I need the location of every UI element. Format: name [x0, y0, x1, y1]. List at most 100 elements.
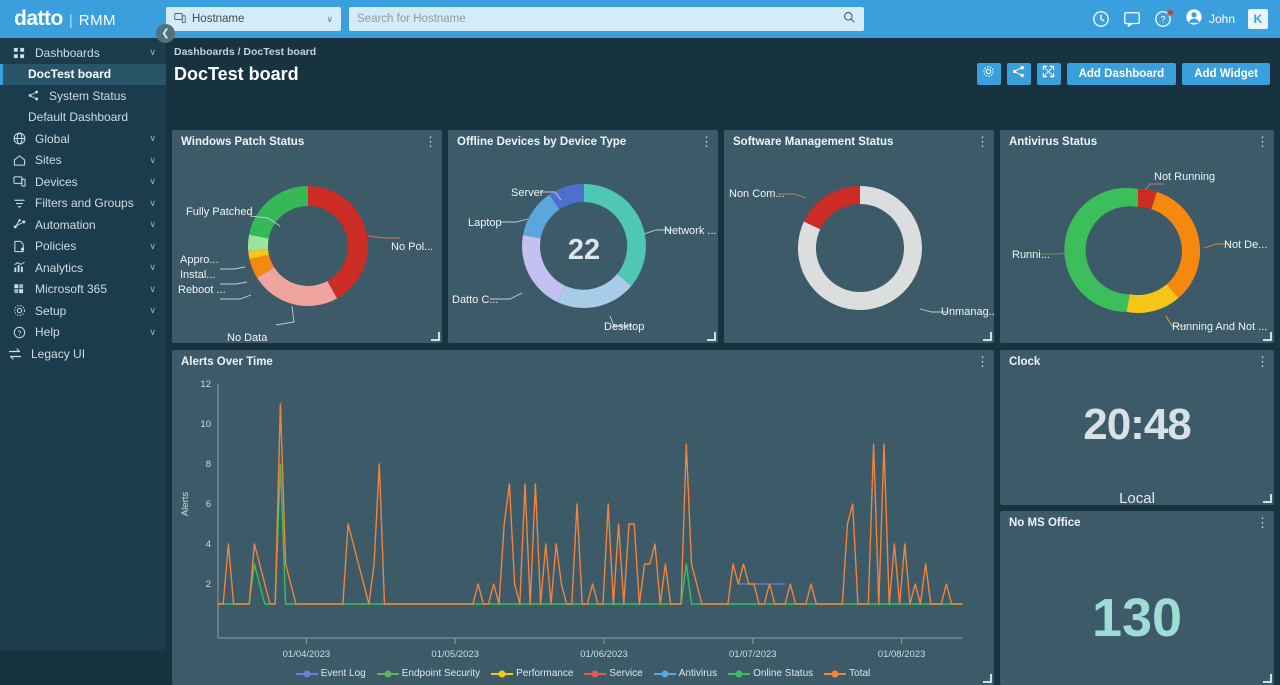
widget-resize-handle[interactable] [1264, 675, 1272, 683]
monitor-icon [174, 12, 186, 27]
sidebar-item-filters-and-groups[interactable]: Filters and Groups ∨ [0, 193, 166, 215]
chat-icon[interactable] [1123, 10, 1141, 28]
clock-icon[interactable] [1092, 10, 1110, 28]
dashboards-icon [12, 47, 26, 59]
share-icon [28, 90, 41, 101]
microsoft-icon [12, 283, 26, 295]
brand-logo[interactable]: datto | RMM [0, 7, 166, 31]
legend-item[interactable]: Endpoint Security [377, 668, 480, 679]
help-icon[interactable]: ? [1154, 10, 1172, 28]
donut-label-reboot-required: Reboot ... [178, 284, 226, 296]
widget-title: No MS Office [1009, 517, 1081, 529]
chevron-down-icon: ∨ [149, 284, 156, 295]
widget-title: Software Management Status [733, 136, 893, 148]
sidebar-item-doctest-board[interactable]: DocTest board [0, 64, 166, 86]
widget-grid: Windows Patch Status ⋮ [172, 130, 1274, 685]
widget-header: Windows Patch Status ⋮ [172, 130, 442, 154]
donut-label-installing: Instal... [180, 269, 215, 281]
widget-resize-handle[interactable] [984, 333, 992, 341]
globe-icon [12, 132, 26, 145]
legend-label: Endpoint Security [402, 668, 480, 679]
clock-display: 20:48 Local [1000, 400, 1274, 505]
policies-icon [12, 240, 26, 253]
sidebar-sub-label: Default Dashboard [28, 110, 128, 124]
home-icon [12, 154, 26, 167]
widget-header: Software Management Status ⋮ [724, 130, 994, 154]
widget-clock: Clock ⋮ 20:48 Local [1000, 350, 1274, 505]
sidebar-item-sites[interactable]: Sites ∨ [0, 150, 166, 172]
dashboard-fullscreen-button[interactable] [1037, 63, 1061, 85]
user-avatar-icon [1185, 8, 1203, 31]
legend-swatch [654, 673, 676, 675]
sidebar-sub-label: DocTest board [28, 67, 111, 81]
widget-menu-button[interactable]: ⋮ [424, 137, 434, 147]
donut-label-not-running: Not Running [1154, 171, 1215, 183]
legend-item[interactable]: Online Status [728, 668, 813, 679]
sidebar-item-label: Setup [35, 304, 140, 318]
sidebar-item-legacy-ui[interactable]: Legacy UI [0, 343, 166, 365]
legend-item[interactable]: Event Log [296, 668, 366, 679]
app-switcher-button[interactable]: K [1248, 9, 1268, 29]
widget-resize-handle[interactable] [708, 333, 716, 341]
sidebar-collapse-button[interactable]: ❮ [156, 24, 175, 43]
donut-chart-windows-patch-status: Fully Patched Appro... Instal... Reboot … [172, 154, 442, 343]
donut-label-server: Server [511, 187, 543, 199]
add-widget-button[interactable]: Add Widget [1182, 63, 1270, 85]
sidebar-item-system-status[interactable]: System Status [0, 85, 166, 107]
add-dashboard-button[interactable]: Add Dashboard [1067, 63, 1177, 85]
chevron-down-icon: ∨ [149, 241, 156, 252]
swap-icon [8, 347, 22, 361]
dashboard-settings-button[interactable] [977, 63, 1001, 85]
widget-menu-button[interactable]: ⋮ [976, 137, 986, 147]
hostname-select[interactable]: Hostname ∨ [166, 7, 341, 31]
sidebar-item-help[interactable]: ? Help ∨ [0, 322, 166, 344]
sidebar-item-dashboards[interactable]: Dashboards ∨ [0, 42, 166, 64]
widget-title: Antivirus Status [1009, 136, 1097, 148]
donut-chart-antivirus-status: Not Running Not De... Running And Not ..… [1000, 154, 1274, 343]
question-icon: ? [12, 326, 26, 339]
widget-header: Clock ⋮ [1000, 350, 1274, 374]
widget-header: Offline Devices by Device Type ⋮ [448, 130, 718, 154]
hostname-select-label: Hostname [192, 13, 244, 25]
sidebar-item-policies[interactable]: Policies ∨ [0, 236, 166, 258]
gear-icon [12, 304, 26, 317]
widget-menu-button[interactable]: ⋮ [976, 357, 986, 367]
sidebar-item-setup[interactable]: Setup ∨ [0, 300, 166, 322]
legend-swatch [491, 673, 513, 675]
svg-text:8: 8 [206, 459, 211, 470]
widget-resize-handle[interactable] [432, 333, 440, 341]
widget-title: Alerts Over Time [181, 356, 273, 368]
legend-item[interactable]: Service [584, 668, 642, 679]
brand-separator: | [69, 12, 73, 29]
legend-label: Online Status [753, 668, 813, 679]
widget-menu-button[interactable]: ⋮ [1256, 137, 1266, 147]
page-title: DocTest board [174, 64, 299, 85]
legend-item[interactable]: Antivirus [654, 668, 717, 679]
legend-item[interactable]: Total [824, 668, 870, 679]
no-ms-office-count: 130 [1000, 587, 1274, 649]
svg-text:?: ? [17, 330, 21, 337]
sidebar-item-label: Automation [35, 218, 140, 232]
sidebar-item-microsoft-365[interactable]: Microsoft 365 ∨ [0, 279, 166, 301]
user-menu[interactable]: John [1185, 8, 1235, 31]
widget-resize-handle[interactable] [1264, 495, 1272, 503]
widget-resize-handle[interactable] [1264, 333, 1272, 341]
search-icon[interactable] [843, 11, 856, 27]
breadcrumb: Dashboards / DocTest board [166, 38, 1280, 58]
chevron-down-icon: ∨ [149, 262, 156, 273]
legend-item[interactable]: Performance [491, 668, 573, 679]
widget-title: Clock [1009, 356, 1040, 368]
search-input[interactable] [357, 13, 843, 25]
dashboard-share-button[interactable] [1007, 63, 1031, 85]
search-bar[interactable] [349, 7, 864, 31]
widget-menu-button[interactable]: ⋮ [1256, 357, 1266, 367]
sidebar-item-global[interactable]: Global ∨ [0, 128, 166, 150]
sidebar-item-devices[interactable]: Devices ∨ [0, 171, 166, 193]
sidebar-item-analytics[interactable]: Analytics ∨ [0, 257, 166, 279]
widget-menu-button[interactable]: ⋮ [700, 137, 710, 147]
sidebar-item-default-dashboard[interactable]: Default Dashboard [0, 107, 166, 129]
widget-menu-button[interactable]: ⋮ [1256, 518, 1266, 528]
donut-label-laptop: Laptop [468, 217, 502, 229]
sidebar-item-automation[interactable]: Automation ∨ [0, 214, 166, 236]
widget-resize-handle[interactable] [984, 675, 992, 683]
